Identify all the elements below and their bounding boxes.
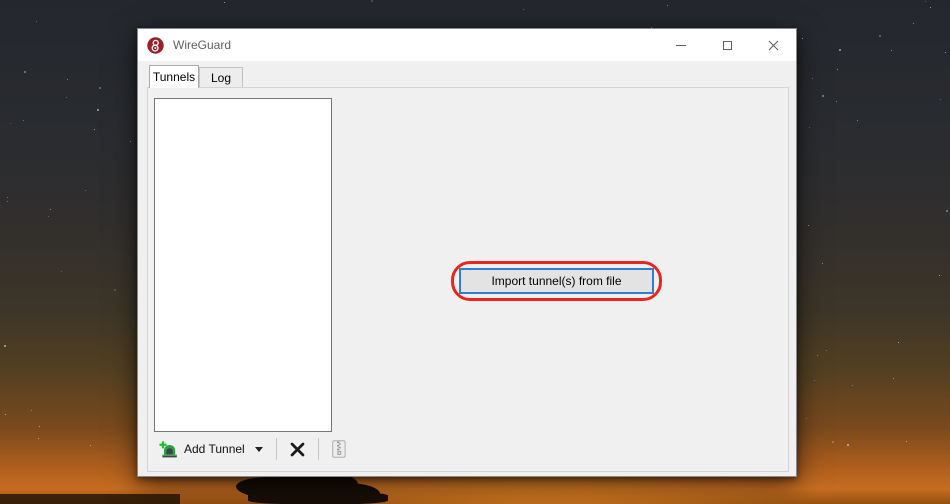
caption-buttons [658, 29, 796, 61]
tunnel-toolbar: Add Tunnel [152, 434, 353, 464]
close-icon [768, 40, 779, 51]
minimize-icon [676, 45, 686, 46]
tab-tunnels[interactable]: Tunnels [149, 65, 199, 88]
zip-file-icon [332, 440, 346, 458]
add-tunnel-icon [159, 441, 178, 458]
wireguard-logo-icon [147, 37, 164, 54]
wireguard-window: WireGuard Tunnels Log Import tunnel(s) f… [137, 28, 797, 477]
import-tunnels-button[interactable]: Import tunnel(s) from file [459, 268, 654, 294]
horizon-shadow [0, 494, 180, 504]
tree-silhouette [248, 492, 388, 504]
add-tunnel-button[interactable]: Add Tunnel [152, 437, 270, 462]
maximize-icon [723, 41, 732, 50]
tunnel-list[interactable] [154, 98, 332, 432]
add-tunnel-label: Add Tunnel [184, 442, 245, 456]
title-bar: WireGuard [138, 29, 796, 61]
tab-tunnels-label: Tunnels [153, 70, 195, 84]
tab-log[interactable]: Log [199, 67, 243, 88]
tree-silhouette [236, 477, 314, 499]
toolbar-separator [276, 438, 277, 460]
tree-silhouette [318, 483, 380, 504]
remove-tunnel-button[interactable] [283, 438, 312, 461]
chevron-down-icon [255, 447, 263, 452]
minimize-button[interactable] [658, 29, 704, 61]
tab-log-label: Log [211, 71, 231, 85]
maximize-button[interactable] [704, 29, 750, 61]
export-tunnels-zip-button[interactable] [325, 436, 353, 462]
close-button[interactable] [750, 29, 796, 61]
delete-x-icon [290, 442, 305, 457]
window-title: WireGuard [173, 38, 231, 52]
toolbar-separator [318, 438, 319, 460]
